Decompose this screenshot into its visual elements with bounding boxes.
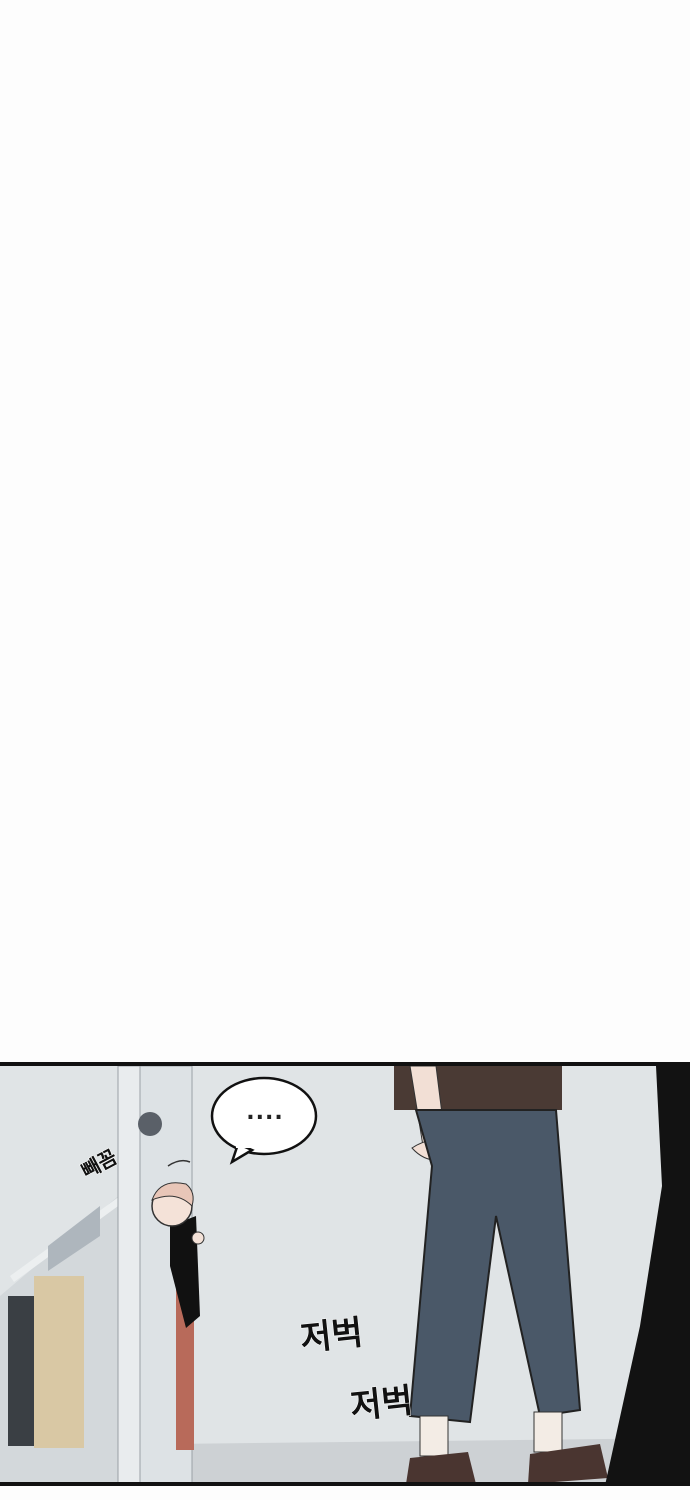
blank-space	[0, 0, 690, 1062]
pillar-1	[117, 1066, 141, 1482]
sock-left	[419, 1415, 449, 1457]
sfx-footstep-1: 저벅	[298, 1312, 365, 1360]
sfx-footstep-2: 저벅	[348, 1380, 415, 1428]
comic-panel	[0, 1062, 690, 1486]
panel-scene	[0, 1066, 690, 1482]
sock-right	[533, 1411, 563, 1453]
wall-clock	[138, 1112, 162, 1136]
door-panel	[34, 1276, 84, 1448]
webtoon-page: .... 빼꼼 저벅 저벅	[0, 0, 690, 1500]
speech-bubble-text: ....	[246, 1099, 284, 1125]
lockers-dark	[8, 1296, 34, 1446]
